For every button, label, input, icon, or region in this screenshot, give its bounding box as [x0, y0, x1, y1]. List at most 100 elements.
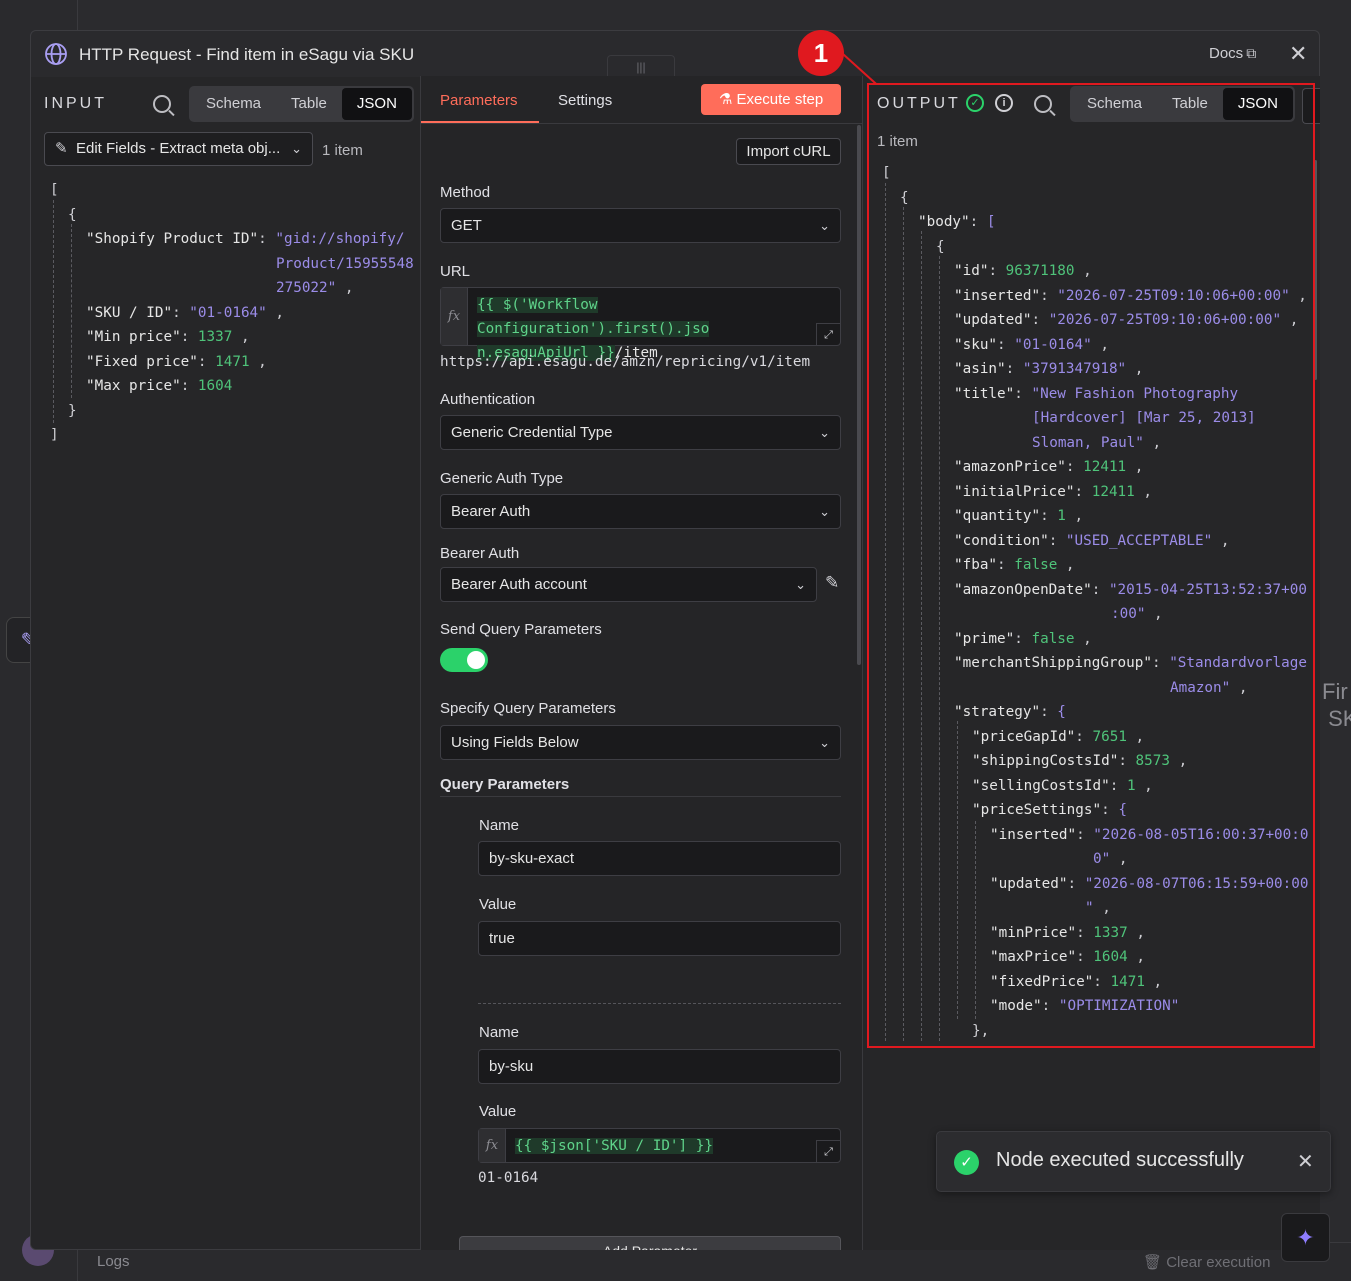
chevron-down-icon: ⌄	[819, 735, 830, 750]
tab-settings[interactable]: Settings	[558, 92, 612, 109]
input-view-switcher: Schema Table JSON	[189, 86, 414, 122]
query-param-value-expression[interactable]: fx {{ $json['SKU / ID'] }} ⤢	[478, 1128, 841, 1163]
annotation-badge: 1	[798, 30, 844, 76]
json-line: "maxPrice": 1604 ,	[990, 949, 1145, 965]
globe-icon	[45, 43, 67, 65]
indent-guide	[939, 256, 940, 1041]
json-line: 275022" ,	[276, 280, 354, 296]
output-item-count: 1 item	[877, 133, 918, 150]
external-link-icon: ⧉	[1246, 45, 1257, 61]
search-icon[interactable]	[153, 95, 171, 113]
query-param-value-label: Value	[479, 896, 517, 913]
authentication-label: Authentication	[440, 391, 536, 408]
json-line: "SKU / ID": "01-0164" ,	[86, 304, 284, 321]
output-tab-table[interactable]: Table	[1157, 88, 1223, 120]
ai-assistant-sparkle-icon[interactable]: ✦	[1281, 1213, 1330, 1262]
indent-guide	[903, 207, 904, 1041]
pin-data-button[interactable]	[1302, 88, 1320, 124]
query-param-name-input[interactable]: by-sku	[478, 1049, 841, 1084]
execute-step-button[interactable]: ⚗ Execute step	[701, 84, 841, 115]
chevron-down-icon: ⌄	[819, 218, 830, 233]
json-line: "Shopify Product ID": "gid://shopify/	[86, 231, 405, 247]
query-param-name-label: Name	[479, 817, 520, 834]
json-line: "asin": "3791347918" ,	[954, 361, 1144, 377]
generic-auth-type-select[interactable]: Bearer Auth ⌄	[440, 494, 841, 529]
url-expression-input[interactable]: fx {{ $('Workflow Configuration').first(…	[440, 287, 841, 361]
url-label: URL	[440, 263, 471, 280]
chevron-down-icon: ⌄	[819, 504, 830, 519]
search-icon[interactable]	[1034, 95, 1052, 113]
json-line: :00" ,	[1111, 606, 1163, 622]
output-view-switcher: Schema Table JSON	[1070, 86, 1295, 122]
output-tab-schema[interactable]: Schema	[1072, 88, 1157, 120]
query-param-value-input[interactable]: true	[478, 921, 841, 956]
output-tab-json[interactable]: JSON	[1222, 88, 1293, 120]
json-line: "quantity": 1 ,	[954, 508, 1084, 524]
json-line: "Min price": 1337 ,	[86, 329, 250, 345]
bearer-auth-credential-select[interactable]: Bearer Auth account ⌄	[440, 567, 817, 602]
json-line: Sloman, Paul" ,	[1032, 434, 1162, 451]
edit-credential-pencil-icon[interactable]: ✎	[825, 573, 839, 593]
bearer-auth-label: Bearer Auth	[440, 545, 520, 562]
indent-guide	[71, 224, 72, 398]
json-line: "sellingCostsId": 1 ,	[972, 777, 1153, 794]
tab-parameters[interactable]: Parameters	[440, 92, 518, 109]
json-line: {	[68, 206, 77, 223]
json-line: Amazon" ,	[1170, 679, 1248, 696]
json-line: "priceSettings": {	[972, 802, 1127, 818]
indent-guide	[957, 721, 958, 1019]
parameters-scrollbar[interactable]	[857, 125, 861, 665]
expand-icon[interactable]: ⤢	[816, 323, 840, 345]
json-line: "inserted": "2026-07-25T09:10:06+00:00" …	[954, 287, 1307, 304]
query-parameters-heading: Query Parameters	[440, 776, 570, 793]
input-node-select[interactable]: ✎ Edit Fields - Extract meta obj... ⌄	[44, 132, 313, 166]
send-query-parameters-label: Send Query Parameters	[440, 621, 602, 638]
input-tab-table[interactable]: Table	[276, 88, 342, 120]
expand-icon[interactable]: ⤢	[816, 1140, 840, 1162]
json-line: }	[68, 402, 77, 419]
json-line: {	[936, 238, 945, 255]
output-scrollbar[interactable]	[1314, 160, 1317, 380]
input-panel-label: INPUT	[44, 95, 107, 112]
send-query-parameters-toggle[interactable]	[440, 648, 488, 672]
indent-guide	[921, 231, 922, 1041]
tabs-divider	[421, 123, 862, 124]
method-select[interactable]: GET ⌄	[440, 208, 841, 243]
json-line: [Hardcover] [Mar 25, 2013]	[1032, 410, 1256, 426]
method-label: Method	[440, 184, 491, 201]
json-line: ]	[50, 427, 59, 443]
json-line: 0" ,	[1093, 851, 1128, 867]
input-tab-json[interactable]: JSON	[341, 88, 412, 120]
fx-icon: fx	[441, 288, 468, 345]
specify-query-parameters-select[interactable]: Using Fields Below ⌄	[440, 725, 841, 760]
info-icon[interactable]: i	[995, 94, 1013, 112]
json-line: [	[882, 165, 891, 181]
docs-link[interactable]: Docs ⧉	[1209, 45, 1256, 62]
panel-drag-handle[interactable]: |||	[607, 55, 675, 77]
chevron-down-icon: ⌄	[795, 577, 806, 592]
chevron-down-icon: ⌄	[819, 425, 830, 440]
json-line: "minPrice": 1337 ,	[990, 924, 1145, 941]
input-item-count: 1 item	[322, 142, 363, 159]
close-icon[interactable]: ✕	[1297, 1149, 1314, 1174]
indent-guide	[975, 821, 976, 1019]
close-icon[interactable]: ✕	[1289, 41, 1307, 67]
json-line: "updated": "2026-07-25T09:10:06+00:00" ,	[954, 312, 1299, 328]
pencil-icon: ✎	[55, 140, 68, 157]
check-circle-icon: ✓	[954, 1150, 979, 1175]
add-parameter-button[interactable]: Add Parameter	[459, 1236, 841, 1250]
input-tab-schema[interactable]: Schema	[191, 88, 276, 120]
json-line: "amazonPrice": 12411 ,	[954, 459, 1144, 475]
authentication-select[interactable]: Generic Credential Type ⌄	[440, 415, 841, 450]
query-param-name-input[interactable]: by-sku-exact	[478, 841, 841, 876]
query-param-name-label: Name	[479, 1024, 520, 1041]
logs-label[interactable]: Logs	[97, 1253, 130, 1270]
json-line: "amazonOpenDate": "2015-04-25T13:52:37+0…	[954, 581, 1307, 598]
json-line: "condition": "USED_ACCEPTABLE" ,	[954, 532, 1230, 549]
query-param-separator	[478, 1003, 841, 1004]
clear-execution-button[interactable]: 🗑 Clear execution	[1143, 1253, 1270, 1271]
generic-auth-type-label: Generic Auth Type	[440, 470, 564, 487]
json-line: "Fixed price": 1471 ,	[86, 353, 267, 370]
import-curl-button[interactable]: Import cURL	[736, 138, 841, 165]
background-node-label: Fir SK	[1322, 679, 1351, 731]
